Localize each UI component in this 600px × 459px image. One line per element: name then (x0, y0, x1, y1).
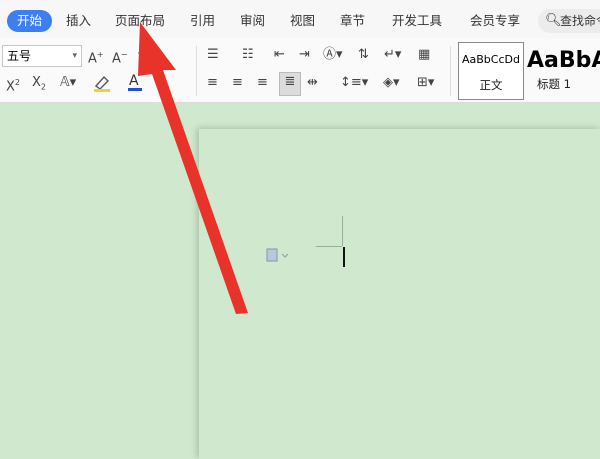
annotation-arrow (138, 22, 248, 314)
